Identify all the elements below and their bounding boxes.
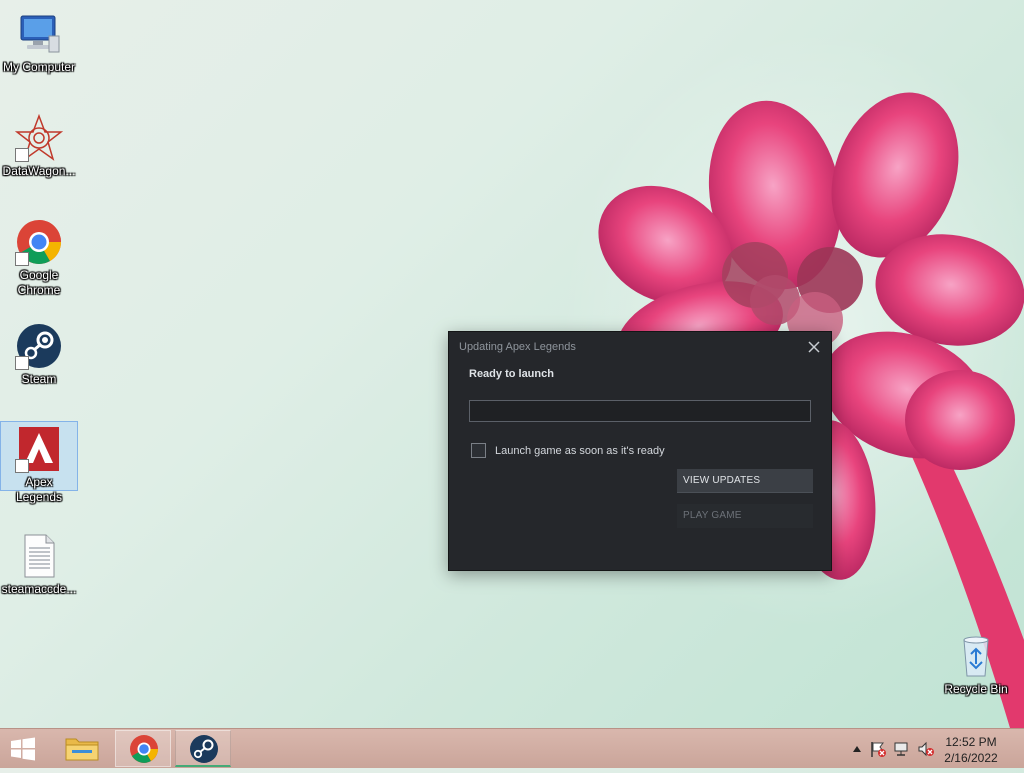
- desktop-icon-label: Google Chrome: [17, 268, 61, 297]
- update-dialog: Updating Apex Legends Ready to launch La…: [448, 331, 832, 571]
- shortcut-arrow-icon: [15, 252, 29, 266]
- steam-icon: [15, 322, 63, 370]
- desktop-icon-steam[interactable]: Steam: [0, 314, 78, 387]
- chevron-up-icon: [853, 746, 861, 752]
- launch-when-ready-label[interactable]: Launch game as soon as it's ready: [495, 445, 665, 457]
- play-game-button[interactable]: PLAY GAME: [677, 504, 813, 528]
- dialog-titlebar[interactable]: Updating Apex Legends: [449, 332, 831, 362]
- datawagon-logo-icon: [14, 113, 64, 162]
- network-icon: [894, 742, 908, 756]
- desktop-icon-label: steamaccde...: [1, 582, 77, 596]
- taskbar: 12:52 PM 2/16/2022: [0, 728, 1024, 768]
- desktop-icon-google-chrome[interactable]: Google Chrome: [0, 210, 78, 298]
- desktop-icon-label: DataWagon...: [2, 164, 76, 178]
- steam-icon: [190, 735, 218, 763]
- dialog-title: Updating Apex Legends: [459, 341, 576, 353]
- taskbar-clock[interactable]: 12:52 PM 2/16/2022: [936, 734, 1006, 766]
- shortcut-arrow-icon: [15, 459, 29, 473]
- close-icon: [808, 341, 820, 353]
- start-button[interactable]: [6, 735, 40, 763]
- show-hidden-icons-button[interactable]: [848, 745, 866, 753]
- desktop-icon-recycle-bin[interactable]: Recycle Bin: [936, 624, 1016, 697]
- clock-date: 2/16/2022: [944, 751, 998, 765]
- view-updates-button[interactable]: VIEW UPDATES: [677, 469, 813, 493]
- taskbar-file-explorer[interactable]: [54, 730, 110, 767]
- computer-icon: [15, 10, 63, 58]
- desktop-icon-label: Steam: [21, 372, 57, 386]
- windows-logo-icon: [11, 737, 35, 761]
- progress-bar: [469, 400, 811, 422]
- clock-time: 12:52 PM: [945, 735, 997, 749]
- action-center-button[interactable]: [866, 740, 890, 758]
- apex-legends-icon: [15, 425, 63, 473]
- system-tray: [848, 729, 938, 769]
- update-status: Ready to launch: [469, 368, 554, 380]
- taskbar-chrome[interactable]: [115, 730, 171, 767]
- launch-when-ready-checkbox[interactable]: [471, 443, 486, 458]
- desktop-icon-text-file[interactable]: steamaccde...: [0, 524, 78, 597]
- close-button[interactable]: [805, 338, 823, 356]
- folder-icon: [65, 738, 99, 761]
- desktop-icon-my-computer[interactable]: My Computer: [0, 2, 78, 75]
- desktop-icon-apex-legends[interactable]: Apex Legends: [0, 421, 78, 504]
- recycle-bin-icon: [952, 632, 1000, 680]
- desktop-icon-label: My Computer: [2, 60, 76, 74]
- desktop-icon-label: Recycle Bin: [944, 682, 1008, 696]
- volume-button[interactable]: [914, 740, 938, 758]
- shortcut-arrow-icon: [15, 148, 29, 162]
- chrome-icon: [15, 218, 63, 266]
- shortcut-arrow-icon: [15, 356, 29, 370]
- volume-muted-icon: [918, 741, 934, 757]
- desktop-icon-label: Apex Legends: [15, 475, 63, 504]
- text-file-icon: [15, 532, 63, 580]
- taskbar-steam[interactable]: [175, 730, 231, 767]
- desktop-icon-datawagon[interactable]: DataWagon...: [0, 106, 78, 179]
- network-button[interactable]: [890, 740, 914, 758]
- flag-icon: [871, 742, 886, 757]
- chrome-icon: [130, 735, 158, 763]
